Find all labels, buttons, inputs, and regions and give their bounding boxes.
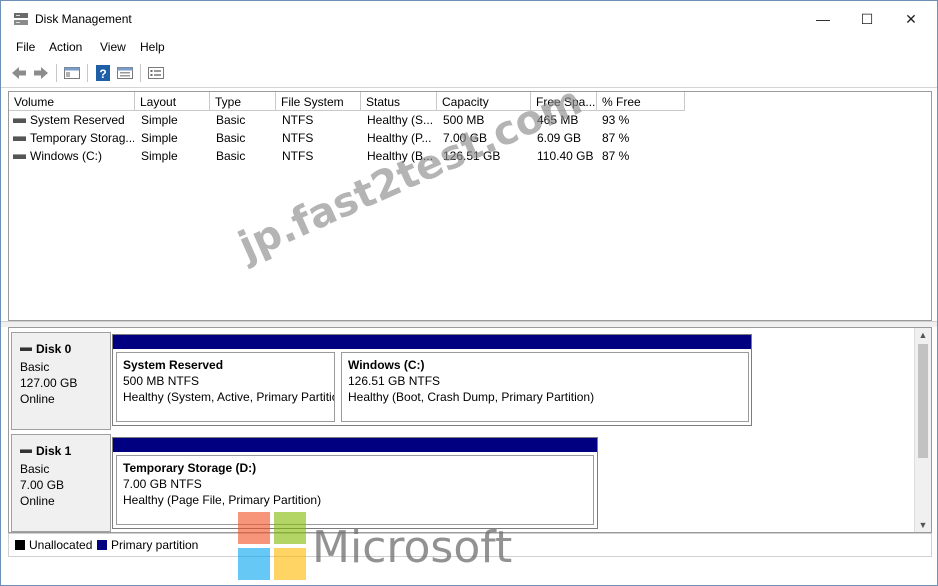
disk-graphical-view[interactable]: Disk 0 Basic 127.00 GB Online System Res… [8, 327, 932, 533]
close-button[interactable]: ✕ [889, 7, 933, 31]
show-hide-console-tree-icon[interactable] [63, 64, 81, 82]
volume-list[interactable]: Volume Layout Type File System Status Ca… [8, 91, 932, 321]
table-row[interactable]: Temporary Storag... Simple Basic NTFS He… [9, 130, 689, 147]
help-icon[interactable]: ? [94, 64, 112, 82]
maximize-button[interactable]: ☐ [845, 7, 889, 31]
menu-help[interactable]: Help [140, 40, 165, 54]
graph-vertical-scrollbar[interactable]: ▲ ▼ [914, 328, 931, 532]
scroll-down-arrow-icon[interactable]: ▼ [915, 518, 931, 532]
table-row[interactable]: System Reserved Simple Basic NTFS Health… [9, 112, 689, 129]
unallocated-swatch [15, 540, 25, 550]
disk-0-partitions: System Reserved 500 MB NTFS Healthy (Sys… [112, 334, 752, 426]
microsoft-logo-icon [238, 512, 306, 580]
column-header-layout[interactable]: Layout [135, 92, 210, 111]
disk-icon [20, 347, 32, 351]
properties-icon[interactable] [116, 64, 134, 82]
svg-text:?: ? [99, 67, 106, 81]
column-header-percent-free[interactable]: % Free [597, 92, 685, 111]
toolbar-separator [56, 64, 57, 82]
menu-view[interactable]: View [100, 40, 126, 54]
column-header-volume[interactable]: Volume [9, 92, 135, 111]
toolbar-separator [87, 64, 88, 82]
disk-1-label[interactable]: Disk 1 Basic 7.00 GB Online [11, 434, 111, 532]
window-title: Disk Management [35, 12, 132, 26]
primary-partition-swatch [97, 540, 107, 550]
partition-windows-c[interactable]: Windows (C:) 126.51 GB NTFS Healthy (Boo… [341, 352, 749, 422]
disk-management-window: Disk Management — ☐ ✕ File Action View H… [0, 0, 938, 586]
column-header-file-system[interactable]: File System [276, 92, 361, 111]
disk-0-label[interactable]: Disk 0 Basic 127.00 GB Online [11, 332, 111, 430]
volume-icon [13, 118, 26, 123]
legend-primary-partition-label: Primary partition [111, 538, 199, 552]
menu-action[interactable]: Action [49, 40, 82, 54]
scroll-up-arrow-icon[interactable]: ▲ [915, 328, 931, 342]
minimize-button[interactable]: — [801, 7, 845, 31]
scrollbar-thumb[interactable] [918, 344, 928, 458]
disk-1-partitions: Temporary Storage (D:) 7.00 GB NTFS Heal… [112, 437, 598, 529]
legend-unallocated-label: Unallocated [29, 538, 93, 552]
column-header-capacity[interactable]: Capacity [437, 92, 531, 111]
toolbar: ? [1, 59, 937, 88]
volume-icon [13, 154, 26, 159]
title-bar: Disk Management — ☐ ✕ [1, 1, 937, 35]
back-arrow-icon[interactable] [10, 64, 28, 82]
disk-management-app-icon [14, 13, 28, 25]
column-header-free-space[interactable]: Free Spa... [531, 92, 597, 111]
view-list-icon[interactable] [147, 64, 165, 82]
toolbar-separator [140, 64, 141, 82]
forward-arrow-icon[interactable] [32, 64, 50, 82]
volume-icon [13, 136, 26, 141]
primary-partition-bar [113, 438, 597, 452]
table-row[interactable]: Windows (C:) Simple Basic NTFS Healthy (… [9, 148, 689, 165]
column-header-status[interactable]: Status [361, 92, 437, 111]
microsoft-wordmark: Microsoft [312, 522, 513, 573]
primary-partition-bar [113, 335, 751, 349]
disk-icon [20, 449, 32, 453]
partition-temporary-storage-d[interactable]: Temporary Storage (D:) 7.00 GB NTFS Heal… [116, 455, 594, 525]
menu-file[interactable]: File [16, 40, 35, 54]
column-header-type[interactable]: Type [210, 92, 276, 111]
partition-system-reserved[interactable]: System Reserved 500 MB NTFS Healthy (Sys… [116, 352, 335, 422]
